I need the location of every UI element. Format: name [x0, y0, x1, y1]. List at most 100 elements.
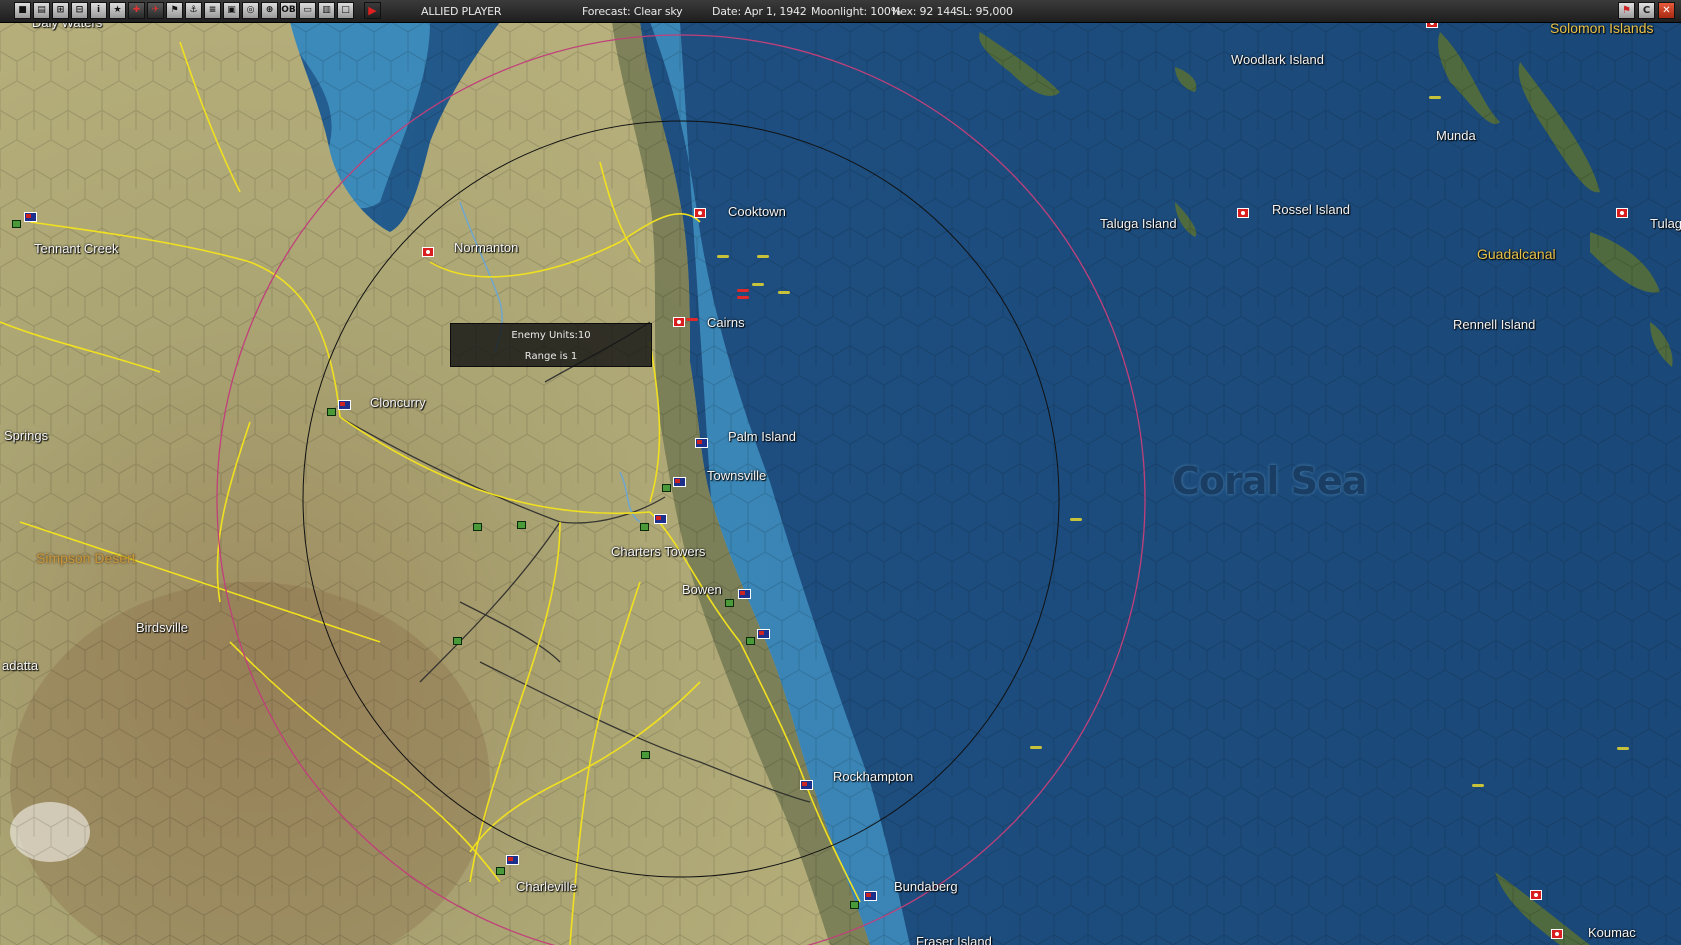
ground-unit[interactable] [725, 599, 734, 607]
ground-unit[interactable] [327, 408, 336, 416]
ship-task-force[interactable] [778, 291, 790, 294]
ground-unit[interactable] [12, 220, 21, 228]
enemy-base-tulagi[interactable] [1616, 208, 1628, 218]
ship-task-force[interactable] [1070, 518, 1082, 521]
player-label: ALLIED PLAYER [421, 5, 502, 18]
hex-tooltip: Enemy Units:10 Range is 1 [450, 323, 652, 367]
label-birdsville: Birdsville [136, 620, 189, 635]
ground-unit[interactable] [641, 751, 650, 759]
label-cooktown: Cooktown [728, 204, 786, 219]
label-adatta: adatta [2, 658, 39, 673]
close-button[interactable]: ✕ [1658, 2, 1675, 19]
label-springs: Springs [4, 428, 49, 443]
label-daly-waters: Daly Waters [32, 22, 103, 30]
toolbar-button-17[interactable]: ▥ [318, 2, 335, 19]
game-window: ■ ▤ ⊞ ⊟ i ★ ✚ ✈ ⚑ ⚓ ≡ ▣ ◎ ⊕ OB ▭ ▥ □ ▶ A… [0, 0, 1681, 945]
c-window-button[interactable]: C [1638, 2, 1655, 19]
ship-task-force[interactable] [1472, 784, 1484, 787]
ground-unit[interactable] [473, 523, 482, 531]
ob-button[interactable]: OB [280, 2, 297, 19]
toolbar-button-group: ■ ▤ ⊞ ⊟ i ★ ✚ ✈ ⚑ ⚓ ≡ ▣ ◎ ⊕ OB ▭ ▥ □ ▶ [14, 2, 381, 20]
label-rennell-island: Rennell Island [1453, 317, 1536, 332]
air-units-button[interactable]: ✈ [147, 2, 164, 19]
map-terrain [0, 22, 1681, 945]
label-cairns: Cairns [707, 315, 745, 330]
toolbar-button-2[interactable]: ▤ [33, 2, 50, 19]
flag-button[interactable]: ⚑ [166, 2, 183, 19]
ground-unit[interactable] [662, 484, 671, 492]
label-munda: Munda [1436, 128, 1476, 143]
ground-units-button[interactable]: ✚ [128, 2, 145, 19]
allied-base-palm-island[interactable] [695, 438, 708, 448]
toolbar-button-18[interactable]: □ [337, 2, 354, 19]
play-icon[interactable]: ▶ [364, 2, 381, 19]
allied-base-townsville[interactable] [673, 477, 686, 487]
label-taluga-island: Taluga Island [1100, 216, 1177, 231]
enemy-base-rossel-island[interactable] [1237, 208, 1249, 218]
label-rossel-island: Rossel Island [1272, 202, 1351, 217]
ship-task-force[interactable] [1429, 96, 1441, 99]
toolbar-button-4[interactable]: ⊟ [71, 2, 88, 19]
flag-window-button[interactable]: ⚑ [1618, 2, 1635, 19]
allied-base-charters-towers[interactable] [654, 514, 667, 524]
label-bowen: Bowen [682, 582, 722, 597]
star-button[interactable]: ★ [109, 2, 126, 19]
ground-unit[interactable] [746, 637, 755, 645]
list-button[interactable]: ≡ [204, 2, 221, 19]
allied-base-mackay[interactable] [757, 629, 770, 639]
label-palm-island: Palm Island [728, 429, 796, 444]
label-cloncurry: Cloncurry [370, 395, 426, 410]
label-fraser-island: Fraser Island [916, 934, 992, 945]
label-coral-sea: Coral Sea [1172, 459, 1367, 503]
label-solomon-islands: Solomon Islands [1550, 22, 1654, 36]
label-charters-towers: Charters Towers [611, 544, 706, 559]
supply-level-label: SL: 95,000 [956, 5, 1013, 18]
toolbar-button-1[interactable]: ■ [14, 2, 31, 19]
ship-task-force[interactable] [1030, 746, 1042, 749]
window-controls: ⚑ C ✕ [1618, 2, 1675, 19]
allied-base-tennant-creek[interactable] [24, 212, 37, 222]
enemy-ship-task-force[interactable] [686, 318, 698, 321]
label-guadalcanal: Guadalcanal [1477, 246, 1556, 262]
date-label: Date: Apr 1, 1942 [712, 5, 807, 18]
hex-label: Hex: 92 144 [892, 5, 957, 18]
allied-base-charleville[interactable] [506, 855, 519, 865]
enemy-base-cooktown[interactable] [694, 208, 706, 218]
ship-task-force[interactable] [1617, 747, 1629, 750]
ship-task-force[interactable] [752, 283, 764, 286]
label-bundaberg: Bundaberg [894, 879, 958, 894]
allied-base-cloncurry[interactable] [338, 400, 351, 410]
ship-task-force[interactable] [717, 255, 729, 258]
moonlight-label: Moonlight: 100% [811, 5, 901, 18]
enemy-base-normanton[interactable] [422, 247, 434, 257]
ground-unit[interactable] [517, 521, 526, 529]
info-button[interactable]: i [90, 2, 107, 19]
allied-base-bundaberg[interactable] [864, 891, 877, 901]
enemy-ship-task-force[interactable] [737, 289, 749, 292]
toolbar-button-16[interactable]: ▭ [299, 2, 316, 19]
allied-base-rockhampton[interactable] [800, 780, 813, 790]
ground-unit[interactable] [496, 867, 505, 875]
label-townsville: Townsville [707, 468, 767, 483]
enemy-base-new-caledonia[interactable] [1530, 890, 1542, 900]
ship-task-force[interactable] [757, 255, 769, 258]
ships-button[interactable]: ⚓ [185, 2, 202, 19]
globe-button[interactable]: ◎ [242, 2, 259, 19]
toolbar-button-3[interactable]: ⊞ [52, 2, 69, 19]
target-button[interactable]: ⊕ [261, 2, 278, 19]
label-woodlark-island: Woodlark Island [1231, 52, 1324, 67]
enemy-base-cairns[interactable] [673, 317, 685, 327]
panel-button[interactable]: ▣ [223, 2, 240, 19]
allied-base-bowen[interactable] [738, 589, 751, 599]
label-tulag: Tulag [1650, 216, 1681, 231]
label-simpson-desert: Simpson Desert [36, 550, 136, 566]
label-koumac: Koumac [1588, 925, 1636, 940]
ground-unit[interactable] [850, 901, 859, 909]
ground-unit[interactable] [453, 637, 462, 645]
ground-unit[interactable] [640, 523, 649, 531]
enemy-base-koumac[interactable] [1551, 929, 1563, 939]
map-view[interactable]: Daly Waters Tennant Creek Springs Simpso… [0, 22, 1681, 945]
top-toolbar: ■ ▤ ⊞ ⊟ i ★ ✚ ✈ ⚑ ⚓ ≡ ▣ ◎ ⊕ OB ▭ ▥ □ ▶ A… [0, 0, 1681, 23]
enemy-ship-task-force[interactable] [737, 296, 749, 299]
